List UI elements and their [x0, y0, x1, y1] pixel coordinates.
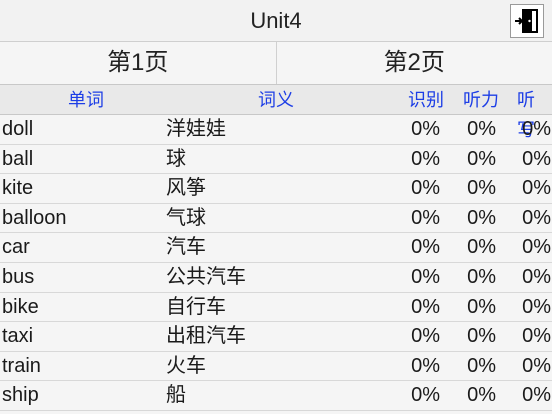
word-text: kite: [2, 177, 34, 200]
word-text: ball: [2, 147, 34, 170]
recognize-percent: 0%: [411, 354, 440, 377]
write-percent: 0%: [522, 206, 551, 229]
word-list: doll 洋娃娃 0% 0% 0% ball 球 0% 0% 0% kite 风…: [0, 115, 552, 411]
list-item[interactable]: bus 公共汽车 0% 0% 0%: [0, 263, 552, 293]
listen-percent: 0%: [467, 118, 496, 140]
listen-percent: 0%: [467, 295, 496, 318]
write-percent: 0%: [522, 147, 551, 170]
meaning-text: 火车: [166, 354, 206, 377]
meaning-text: 风筝: [166, 177, 206, 200]
word-text: ship: [2, 384, 39, 407]
word-text: bus: [2, 265, 35, 288]
listen-percent: 0%: [467, 206, 496, 229]
word-text: balloon: [2, 206, 67, 229]
tab-page-1[interactable]: 第1页: [0, 42, 277, 84]
list-item[interactable]: doll 洋娃娃 0% 0% 0%: [0, 115, 552, 145]
meaning-text: 自行车: [166, 295, 226, 318]
recognize-percent: 0%: [411, 295, 440, 318]
meaning-text: 出租汽车: [166, 325, 246, 348]
write-percent: 0%: [522, 265, 551, 288]
recognize-percent: 0%: [411, 384, 440, 407]
exit-button[interactable]: [510, 4, 544, 38]
list-item[interactable]: kite 风筝 0% 0% 0%: [0, 174, 552, 204]
write-percent: 0%: [522, 354, 551, 377]
word-text: car: [2, 236, 30, 259]
listen-percent: 0%: [467, 354, 496, 377]
tab-page-2[interactable]: 第2页: [276, 42, 552, 84]
meaning-text: 洋娃娃: [166, 118, 226, 140]
write-percent: 0%: [522, 118, 551, 140]
write-percent: 0%: [522, 236, 551, 259]
list-item[interactable]: car 汽车 0% 0% 0%: [0, 233, 552, 263]
word-text: bike: [2, 295, 39, 318]
list-item[interactable]: taxi 出租汽车 0% 0% 0%: [0, 322, 552, 352]
meaning-text: 公共汽车: [166, 265, 246, 288]
list-item[interactable]: balloon 气球 0% 0% 0%: [0, 204, 552, 234]
word-text: doll: [2, 118, 34, 140]
listen-percent: 0%: [467, 384, 496, 407]
write-percent: 0%: [522, 325, 551, 348]
title-bar: Unit4: [0, 0, 552, 42]
recognize-percent: 0%: [411, 118, 440, 140]
recognize-percent: 0%: [411, 325, 440, 348]
page-tabs: 第1页 第2页: [0, 42, 552, 85]
listen-percent: 0%: [467, 177, 496, 200]
table-header: 单词 词义 识别 听力 听写: [0, 85, 552, 140]
listen-percent: 0%: [467, 236, 496, 259]
header-listen[interactable]: 听力: [463, 85, 499, 115]
listen-percent: 0%: [467, 265, 496, 288]
header-recognize[interactable]: 识别: [408, 85, 444, 115]
write-percent: 0%: [522, 177, 551, 200]
header-meaning[interactable]: 词义: [258, 85, 294, 115]
write-percent: 0%: [522, 384, 551, 407]
word-text: train: [2, 354, 41, 377]
recognize-percent: 0%: [411, 265, 440, 288]
meaning-text: 汽车: [166, 236, 206, 259]
recognize-percent: 0%: [411, 177, 440, 200]
meaning-text: 气球: [166, 206, 206, 229]
write-percent: 0%: [522, 295, 551, 318]
header-word[interactable]: 单词: [68, 85, 104, 115]
window-title: Unit4: [250, 8, 302, 33]
recognize-percent: 0%: [411, 236, 440, 259]
meaning-text: 船: [166, 384, 186, 407]
recognize-percent: 0%: [411, 206, 440, 229]
listen-percent: 0%: [467, 325, 496, 348]
meaning-text: 球: [166, 147, 186, 170]
word-text: taxi: [2, 325, 34, 348]
list-item[interactable]: ball 球 0% 0% 0%: [0, 145, 552, 175]
list-item[interactable]: bike 自行车 0% 0% 0%: [0, 293, 552, 323]
list-item[interactable]: train 火车 0% 0% 0%: [0, 352, 552, 382]
exit-door-icon: [515, 9, 538, 33]
list-item[interactable]: ship 船 0% 0% 0%: [0, 381, 552, 411]
listen-percent: 0%: [467, 147, 496, 170]
recognize-percent: 0%: [411, 147, 440, 170]
